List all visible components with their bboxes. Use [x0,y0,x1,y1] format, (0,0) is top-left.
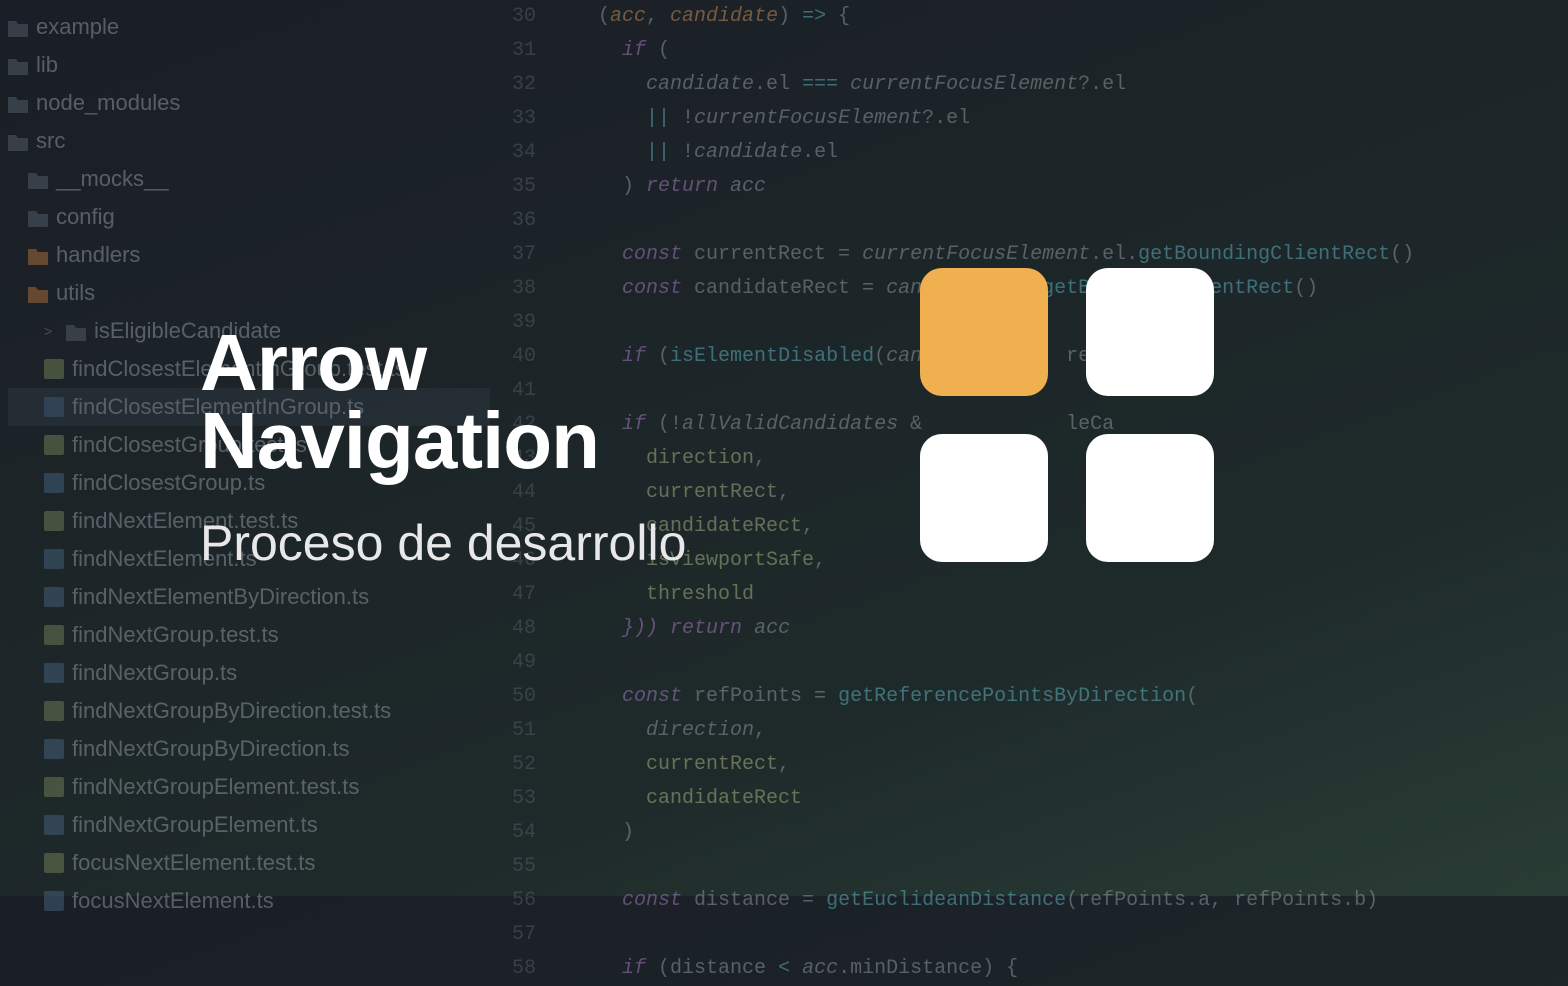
logo-square [1086,434,1214,562]
line-number: 57 [490,918,536,952]
code-line [550,918,1568,952]
logo-grid [920,268,1214,562]
headline-subtitle: Proceso de desarrollo [200,514,686,572]
code-line: if (distance < acc.minDistance) { [550,952,1568,986]
logo-square [920,434,1048,562]
logo-square [1086,268,1214,396]
logo-square-accent [920,268,1048,396]
line-number: 58 [490,952,536,986]
title-overlay: Arrow Navigation Proceso de desarrollo [0,0,1568,896]
headline-title: Arrow Navigation [200,324,686,481]
